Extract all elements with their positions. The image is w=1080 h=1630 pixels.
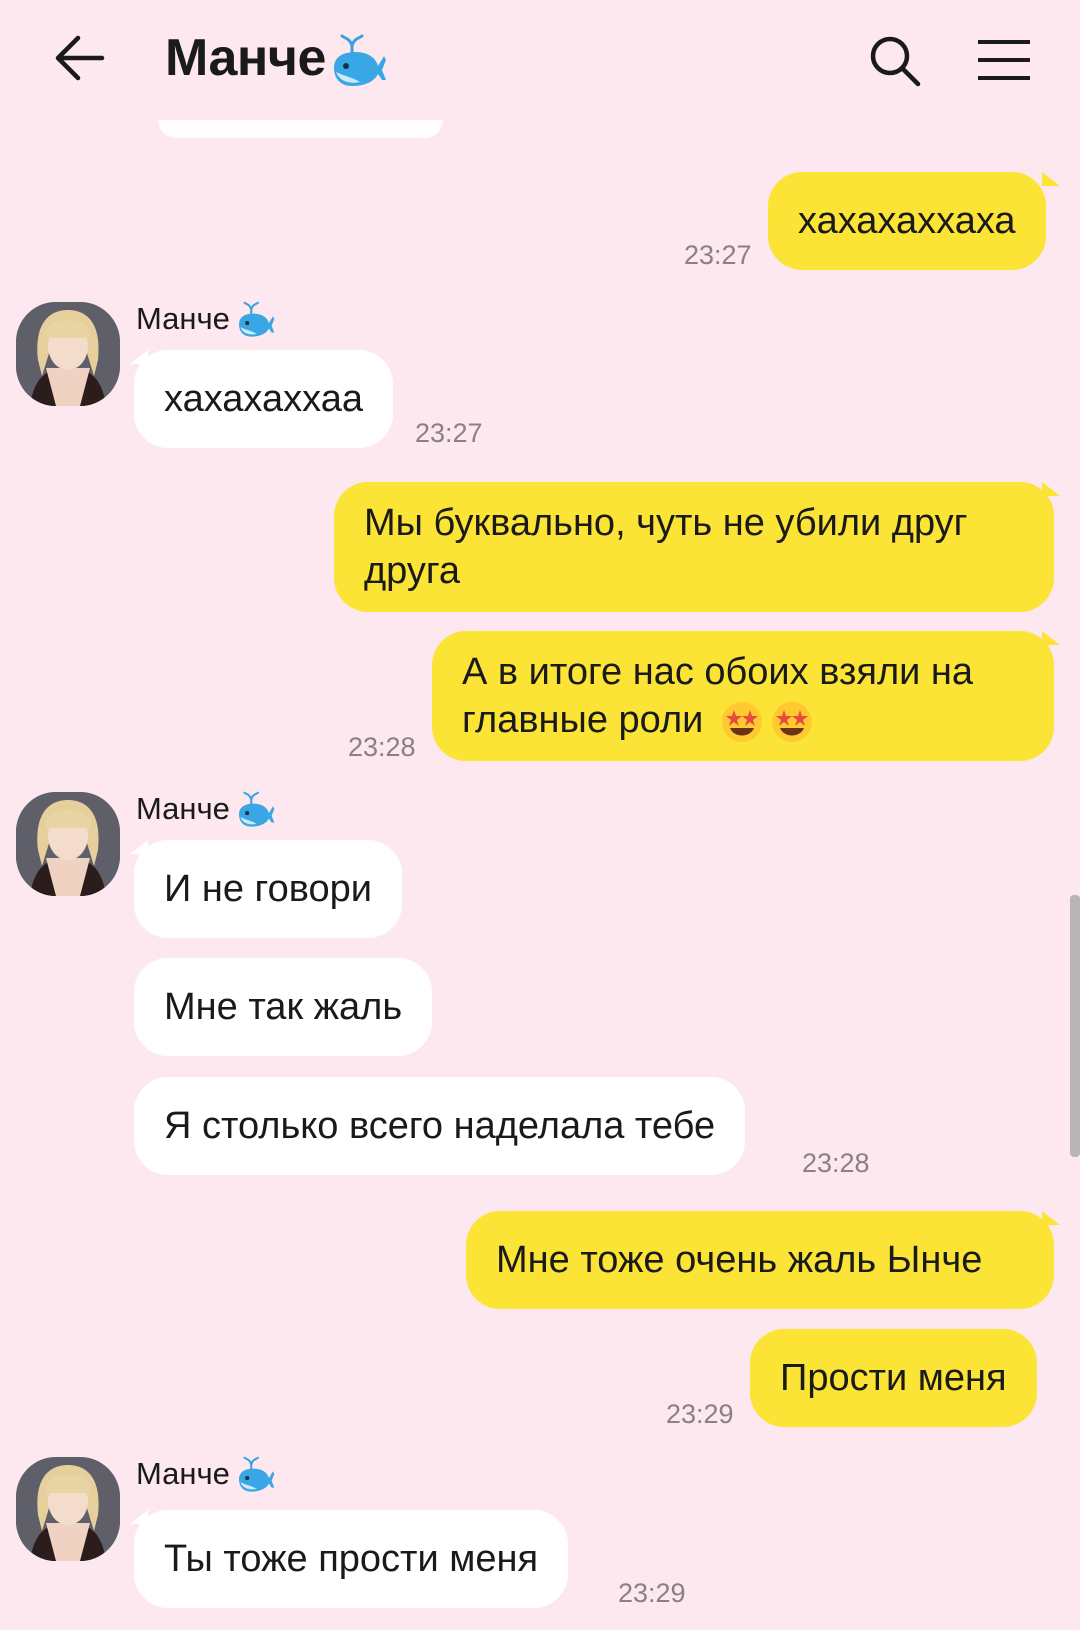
outgoing-message[interactable]: Прости меня: [750, 1329, 1037, 1427]
incoming-message[interactable]: Я столько всего наделала тебе: [134, 1077, 746, 1175]
message-text: Мы буквально, чуть не убили друг друга: [364, 502, 968, 592]
whale-emoji-icon: [238, 1456, 275, 1492]
sender-name: Манче: [136, 1455, 276, 1493]
message-text: Мне тоже очень жаль Ынче: [496, 1239, 983, 1281]
chat-title-text: Манче: [165, 29, 326, 87]
message-text: Прости меня: [780, 1357, 1007, 1399]
star-struck-emoji-icon: [721, 701, 812, 742]
menu-button[interactable]: [976, 38, 1032, 82]
menu-icon: [978, 40, 1030, 80]
chat-title: Манче: [165, 28, 388, 88]
arrow-left-icon: [55, 35, 105, 81]
bubble-tail: [1042, 631, 1060, 645]
message-time: 23:28: [348, 732, 416, 762]
avatar[interactable]: [16, 302, 120, 406]
incoming-message[interactable]: Мне так жаль: [134, 958, 433, 1056]
message-text: Ты тоже прости меня: [164, 1538, 539, 1580]
sender-name: Манче: [136, 790, 276, 828]
outgoing-message[interactable]: Мы буквально, чуть не убили друг друга: [334, 482, 1054, 612]
message-time: 23:27: [415, 418, 483, 448]
avatar-image: [16, 1457, 120, 1561]
bubble-tail: [130, 1510, 148, 1524]
sender-name: Манче: [136, 300, 276, 338]
message-text: хахахаххаха: [798, 200, 1016, 242]
message-text: хахахаххаа: [164, 378, 363, 420]
avatar-image: [16, 302, 120, 406]
bubble-tail: [1042, 482, 1060, 496]
sender-name-text: Манче: [136, 301, 230, 336]
whale-emoji-icon: [238, 301, 275, 337]
outgoing-message[interactable]: А в итоге нас обоих взяли на главные рол…: [432, 631, 1054, 761]
sender-name-text: Манче: [136, 791, 230, 826]
message-body: А в итоге нас обоих взяли на главные рол…: [462, 648, 1024, 744]
incoming-message[interactable]: хахахаххаа: [134, 350, 393, 448]
chat-header: Манче: [0, 0, 1080, 120]
back-button[interactable]: [52, 34, 108, 82]
bubble-tail: [130, 840, 148, 854]
message-time: 23:27: [684, 240, 752, 270]
message-time: 23:29: [618, 1578, 686, 1608]
message-text: И не говори: [164, 868, 372, 910]
outgoing-message[interactable]: хахахаххаха: [768, 172, 1046, 270]
message-time: 23:28: [802, 1148, 870, 1178]
message-text: А в итоге нас обоих взяли на главные рол…: [462, 651, 974, 741]
avatar-image: [16, 792, 120, 896]
scrollbar[interactable]: [1070, 895, 1080, 1157]
bubble-tail: [1042, 172, 1060, 186]
bubble-tail: [130, 350, 148, 364]
avatar[interactable]: [16, 792, 120, 896]
outgoing-message[interactable]: Мне тоже очень жаль Ынче: [466, 1211, 1054, 1309]
message-time: 23:29: [666, 1399, 734, 1429]
sender-name-text: Манче: [136, 1456, 230, 1491]
message-text: Мне так жаль: [164, 986, 403, 1028]
search-icon: [870, 36, 921, 87]
message-text: Я столько всего наделала тебе: [164, 1105, 716, 1147]
whale-emoji-icon: [238, 791, 275, 827]
avatar[interactable]: [16, 1457, 120, 1561]
search-button[interactable]: [868, 34, 922, 88]
incoming-message[interactable]: И не говори: [134, 840, 402, 938]
incoming-message[interactable]: Ты тоже прости меня: [134, 1510, 569, 1608]
whale-emoji-icon: [333, 34, 386, 86]
bubble-tail: [1042, 1211, 1060, 1225]
